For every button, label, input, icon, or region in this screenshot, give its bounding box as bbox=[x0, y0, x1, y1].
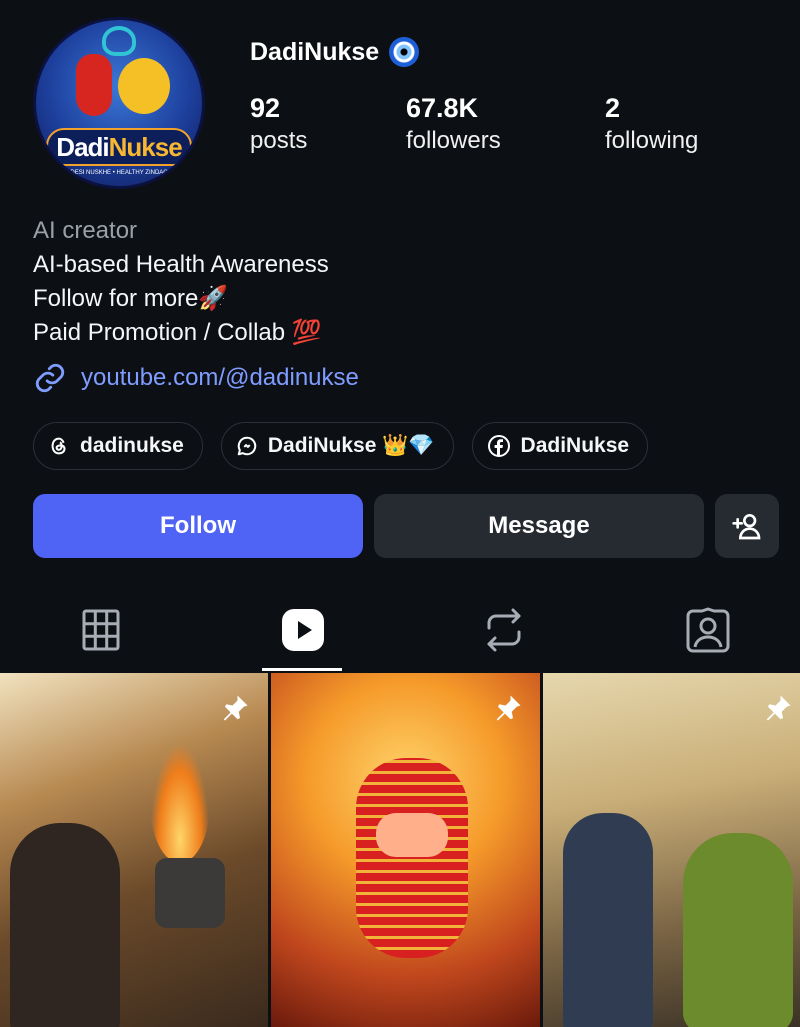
stat-posts[interactable]: 92 posts bbox=[250, 92, 307, 158]
stat-followers-label: followers bbox=[406, 127, 501, 154]
bio-line: Follow for more🚀 bbox=[33, 285, 229, 312]
tab-tagged[interactable] bbox=[680, 602, 736, 658]
thumbnail-person bbox=[10, 823, 120, 1027]
avatar-brand-text: DadiNukse bbox=[46, 128, 192, 166]
bio-category: AI creator bbox=[33, 217, 138, 244]
pin-icon bbox=[496, 695, 521, 721]
stat-following-value: 2 bbox=[605, 93, 621, 123]
chat-chip[interactable]: DadiNukse 👑💎 bbox=[220, 422, 454, 470]
message-button[interactable]: Message bbox=[374, 494, 704, 558]
reel-thumbnail[interactable] bbox=[0, 673, 268, 1027]
facebook-chip-label: DadiNukse bbox=[520, 434, 630, 457]
stat-followers-value: 67.8K bbox=[406, 93, 479, 123]
link-icon bbox=[35, 363, 65, 393]
threads-icon bbox=[51, 437, 66, 455]
bio: AI creator AI-based Health Awareness Fol… bbox=[33, 214, 329, 350]
reels-icon bbox=[282, 609, 324, 651]
chili-mascot bbox=[76, 54, 112, 116]
repost-icon bbox=[487, 608, 521, 652]
facebook-icon bbox=[487, 435, 510, 457]
bio-link-text[interactable]: youtube.com/@dadinukse bbox=[81, 364, 359, 392]
stat-posts-value: 92 bbox=[250, 93, 281, 123]
avatar-brand-dadi: Dadi bbox=[56, 132, 109, 162]
profile-links: dadinukse DadiNukse 👑💎 DadiNukse bbox=[33, 422, 649, 470]
threads-chip[interactable]: dadinukse bbox=[33, 422, 203, 470]
profile-header: DadiNukse DESI NUSKHE • HEALTHY ZINDAGI … bbox=[0, 0, 800, 200]
bio-line: AI-based Health Awareness bbox=[33, 251, 329, 278]
add-user-icon bbox=[732, 514, 761, 540]
username-row: DadiNukse bbox=[250, 35, 420, 69]
bio-link[interactable]: youtube.com/@dadinukse bbox=[33, 360, 359, 396]
follow-button[interactable]: Follow bbox=[33, 494, 363, 558]
stat-posts-label: posts bbox=[250, 127, 308, 154]
stat-followers[interactable]: 67.8K followers bbox=[406, 92, 501, 158]
active-tab-indicator bbox=[262, 668, 342, 671]
facebook-chip[interactable]: DadiNukse bbox=[471, 422, 649, 470]
message-button-label: Message bbox=[488, 512, 590, 539]
thumbnail-mug-character bbox=[155, 858, 225, 928]
lemon-mascot bbox=[118, 58, 170, 114]
heart-stethoscope-icon bbox=[102, 26, 136, 56]
add-user-button[interactable] bbox=[715, 494, 779, 558]
follow-button-label: Follow bbox=[160, 512, 236, 539]
tab-reels[interactable] bbox=[275, 602, 331, 658]
pin-icon bbox=[223, 695, 248, 721]
stat-following-label: following bbox=[605, 127, 699, 154]
thumbnail-person bbox=[563, 813, 653, 1027]
thumbnail-green-character bbox=[683, 833, 793, 1027]
profile-tabs bbox=[0, 590, 800, 671]
tab-posts[interactable] bbox=[73, 602, 129, 658]
thumbnail-flame bbox=[150, 743, 210, 863]
chat-chip-label: DadiNukse 👑💎 bbox=[267, 434, 435, 457]
reel-thumbnail[interactable] bbox=[271, 673, 540, 1027]
thumbnail-character-face bbox=[376, 813, 448, 857]
bio-line: Paid Promotion / Collab 💯 bbox=[33, 319, 322, 346]
nazar-eye-icon bbox=[389, 37, 420, 67]
tagged-icon bbox=[686, 607, 730, 653]
grid-icon bbox=[82, 609, 120, 651]
thumbnail-bangle-character bbox=[356, 758, 468, 958]
chat-icon bbox=[237, 436, 257, 456]
avatar-brand-nukse: Nukse bbox=[108, 132, 183, 162]
reel-thumbnail[interactable] bbox=[543, 673, 800, 1027]
avatar-tagline: DESI NUSKHE • HEALTHY ZINDAGI bbox=[70, 170, 170, 176]
threads-chip-label: dadinukse bbox=[80, 434, 184, 457]
avatar[interactable]: DadiNukse DESI NUSKHE • HEALTHY ZINDAGI bbox=[33, 17, 205, 189]
pin-icon bbox=[766, 695, 791, 721]
stat-following[interactable]: 2 following bbox=[605, 92, 698, 158]
tab-reposts[interactable] bbox=[476, 602, 532, 658]
username: DadiNukse bbox=[250, 37, 380, 66]
reels-grid bbox=[0, 673, 800, 1027]
